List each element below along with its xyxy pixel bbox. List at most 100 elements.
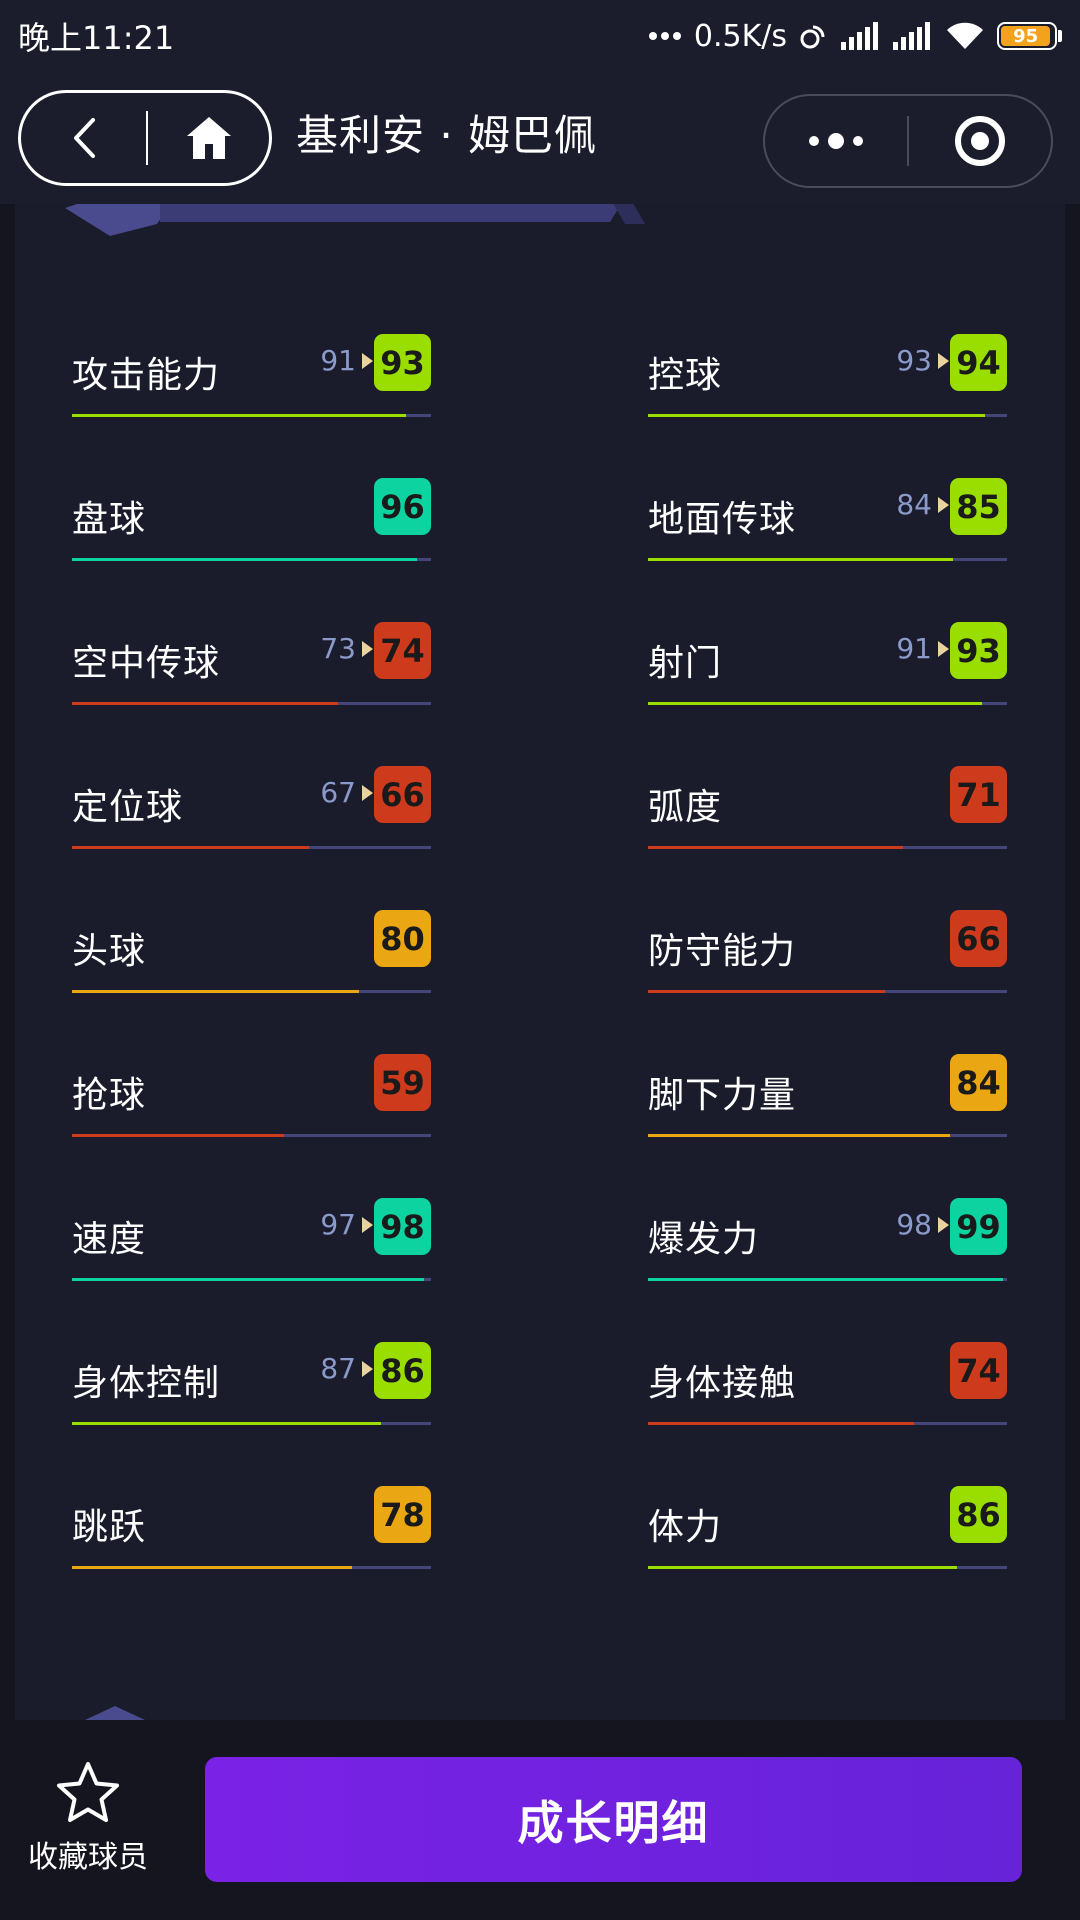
section-banner-graphic xyxy=(85,1706,145,1720)
network-speed: 0.5K/s xyxy=(693,18,787,54)
attribute-label: 脚下力量 xyxy=(648,1075,797,1116)
attribute-value-badge: 86 xyxy=(950,1486,1007,1543)
attribute-bar-fill xyxy=(72,846,309,849)
screen: 晚上11:21 0.5K/s 95 基利安 · 姆巴佩 攻击能力 91 93 控… xyxy=(0,0,1080,1920)
attribute-bar-fill xyxy=(648,558,954,561)
attribute-row: 抢球 59 xyxy=(72,1054,431,1198)
status-bar: 晚上11:21 0.5K/s 95 xyxy=(0,0,1080,72)
growth-details-button[interactable]: 成长明细 xyxy=(205,1757,1022,1882)
previous-value-text: 93 xyxy=(896,344,932,377)
attribute-label: 弧度 xyxy=(648,787,723,828)
previous-value: 87 xyxy=(320,1352,373,1385)
arrow-right-icon xyxy=(362,640,373,657)
arrow-right-icon xyxy=(938,496,949,513)
attribute-value-badge: 85 xyxy=(950,478,1007,535)
previous-value: 97 xyxy=(320,1208,373,1241)
wifi-icon xyxy=(945,21,985,51)
attribute-bar-fill xyxy=(648,846,903,849)
arrow-right-icon xyxy=(362,352,373,369)
attribute-bar-fill xyxy=(648,414,986,417)
mini-program-capsule xyxy=(763,94,1053,188)
attribute-row: 控球 93 94 xyxy=(648,334,1007,478)
attribute-row: 爆发力 98 99 xyxy=(648,1198,1007,1342)
attribute-row: 身体接触 74 xyxy=(648,1342,1007,1486)
attribute-label: 爆发力 xyxy=(648,1219,760,1260)
attribute-row: 头球 80 xyxy=(72,910,431,1054)
attribute-label: 攻击能力 xyxy=(72,355,221,396)
attribute-grid: 攻击能力 91 93 控球 93 94 盘球 96 地面传球 84 85 空中传球 73 74 射门 91 93… xyxy=(72,334,1023,1630)
arrow-right-icon xyxy=(362,784,373,801)
page-title: 基利安 · 姆巴佩 xyxy=(296,111,598,160)
nav-pill xyxy=(18,90,272,186)
arrow-right-icon xyxy=(938,1216,949,1233)
previous-value: 98 xyxy=(896,1208,949,1241)
more-dots-icon xyxy=(828,133,844,149)
arrow-right-icon xyxy=(362,1216,373,1233)
previous-value: 91 xyxy=(320,344,373,377)
attribute-bar-fill xyxy=(72,1422,381,1425)
favorite-player-button[interactable]: 收藏球员 xyxy=(18,1760,158,1890)
attribute-bar-fill xyxy=(72,558,417,561)
attribute-bar-track xyxy=(72,1566,431,1569)
attribute-label: 跳跃 xyxy=(72,1507,147,1548)
attribute-value-badge: 78 xyxy=(374,1486,431,1543)
attribute-row: 攻击能力 91 93 xyxy=(72,334,431,478)
attribute-bar-fill xyxy=(72,702,338,705)
attribute-bar-track xyxy=(648,702,1007,705)
arrow-right-icon xyxy=(362,1360,373,1377)
hotspot-icon xyxy=(799,21,829,51)
more-button[interactable] xyxy=(765,96,907,186)
status-time: 晚上11:21 xyxy=(18,19,175,57)
attribute-bar-track xyxy=(72,1422,431,1425)
attribute-value-badge: 98 xyxy=(374,1198,431,1255)
signal-icon xyxy=(841,22,881,50)
attribute-label: 头球 xyxy=(72,931,147,972)
attribute-value-badge: 74 xyxy=(950,1342,1007,1399)
attribute-value-badge: 74 xyxy=(374,622,431,679)
previous-value-text: 84 xyxy=(896,488,932,521)
attribute-value-badge: 66 xyxy=(950,910,1007,967)
attribute-label: 定位球 xyxy=(72,787,184,828)
attribute-value-badge: 59 xyxy=(374,1054,431,1111)
status-right: 0.5K/s 95 xyxy=(648,19,1062,54)
attribute-label: 地面传球 xyxy=(648,499,797,540)
attribute-bar-track xyxy=(648,558,1007,561)
attribute-value-badge: 80 xyxy=(374,910,431,967)
home-button[interactable] xyxy=(148,93,269,183)
attribute-row: 防守能力 66 xyxy=(648,910,1007,1054)
attribute-bar-fill xyxy=(648,1566,957,1569)
favorite-label: 收藏球员 xyxy=(28,1840,148,1875)
more-dots-icon xyxy=(809,136,819,146)
attribute-bar-track xyxy=(72,558,431,561)
attribute-value-badge: 93 xyxy=(374,334,431,391)
more-dots-icon xyxy=(853,136,863,146)
signal-icon xyxy=(893,22,933,50)
attribute-bar-track xyxy=(72,846,431,849)
previous-value-text: 67 xyxy=(320,776,356,809)
previous-value-text: 91 xyxy=(896,632,932,665)
attribute-row: 空中传球 73 74 xyxy=(72,622,431,766)
target-icon xyxy=(955,116,1005,166)
attribute-label: 空中传球 xyxy=(72,643,221,684)
attribute-bar-fill xyxy=(648,990,885,993)
previous-value: 93 xyxy=(896,344,949,377)
attribute-row: 速度 97 98 xyxy=(72,1198,431,1342)
attribute-bar-fill xyxy=(72,1278,424,1281)
close-mini-program-button[interactable] xyxy=(909,96,1051,186)
attribute-bar-fill xyxy=(648,702,982,705)
chevron-left-icon xyxy=(73,118,95,158)
attribute-value-badge: 84 xyxy=(950,1054,1007,1111)
attribute-bar-track xyxy=(72,1278,431,1281)
previous-value: 67 xyxy=(320,776,373,809)
attribute-bar-track xyxy=(648,1422,1007,1425)
back-button[interactable] xyxy=(21,93,146,183)
attribute-label: 盘球 xyxy=(72,499,147,540)
attribute-bar-fill xyxy=(648,1422,914,1425)
attribute-bar-fill xyxy=(72,1134,284,1137)
attribute-bar-fill xyxy=(72,990,360,993)
attribute-bar-fill xyxy=(648,1278,1004,1281)
previous-value-text: 91 xyxy=(320,344,356,377)
previous-value-text: 97 xyxy=(320,1208,356,1241)
previous-value: 91 xyxy=(896,632,949,665)
attribute-row: 定位球 67 66 xyxy=(72,766,431,910)
